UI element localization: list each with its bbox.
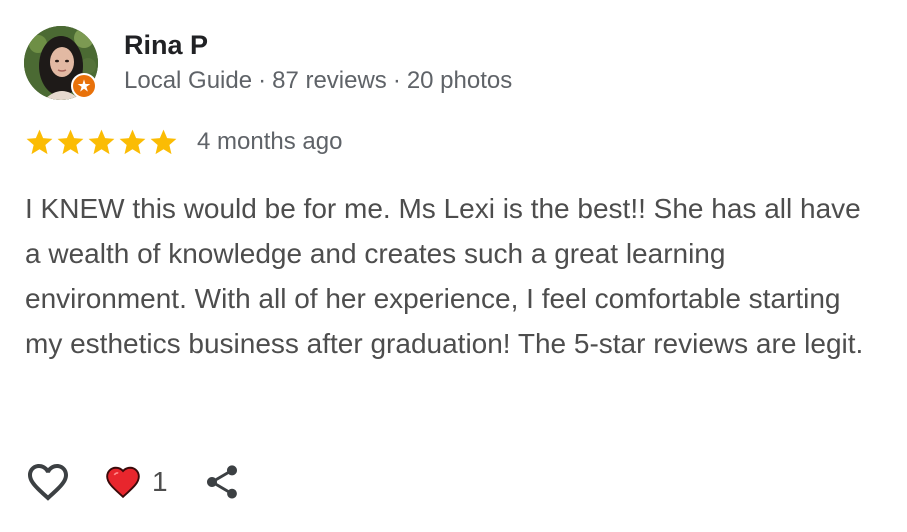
review-time: 4 months ago <box>197 128 343 155</box>
heart-outline-icon <box>28 464 68 501</box>
local-guide-label: Local Guide <box>124 67 253 94</box>
star-icon <box>57 129 84 154</box>
like-button[interactable] <box>24 458 72 506</box>
reviewer-header: Rina P Local Guide · 87 reviews · 20 photos <box>24 26 884 102</box>
photo-count: 20 photos <box>406 67 513 94</box>
star-icon <box>88 129 115 154</box>
local-guide-star-icon <box>77 79 91 92</box>
rating-row: 4 months ago <box>24 124 342 160</box>
star-icon <box>26 129 53 154</box>
star-rating <box>24 127 179 158</box>
reviewer-name[interactable]: Rina P <box>124 30 208 61</box>
share-button[interactable] <box>202 462 242 502</box>
heart-filled-icon <box>106 466 140 499</box>
reaction-button[interactable]: 1 <box>104 463 168 501</box>
share-icon <box>206 465 237 499</box>
local-guide-badge-icon <box>71 73 97 99</box>
reviewer-meta: Local Guide · 87 reviews · 20 photos <box>124 67 512 95</box>
review-text: I KNEW this would be for me. Ms Lexi is … <box>25 193 864 359</box>
review-count: 87 reviews <box>272 67 387 94</box>
meta-separator: · <box>258 67 267 94</box>
star-icon <box>150 129 177 154</box>
star-icon <box>119 129 146 154</box>
review-actions: 1 <box>24 458 242 506</box>
meta-separator: · <box>392 67 401 94</box>
reaction-count: 1 <box>152 466 168 497</box>
